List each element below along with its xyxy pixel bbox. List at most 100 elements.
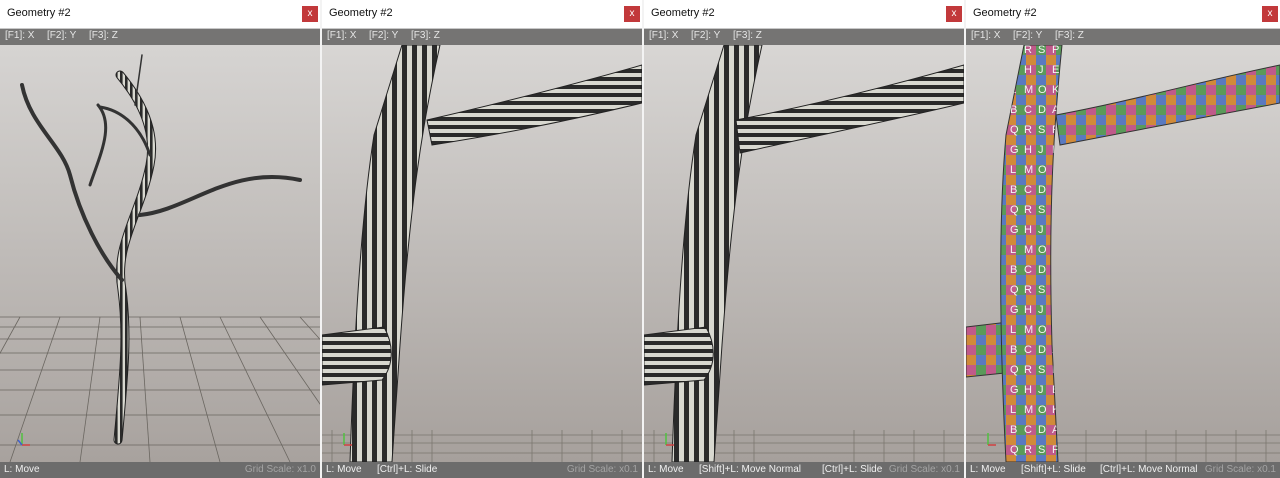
texture-letter: R: [1024, 204, 1032, 216]
viewport-row: Geometry #2 x [F1]: X [F2]: Y [F3]: Z L:…: [0, 0, 1280, 478]
texture-letter: C: [1024, 264, 1032, 276]
texture-letter: G: [1010, 144, 1019, 156]
axis-y-button[interactable]: [F2]: Y: [691, 30, 720, 41]
texture-letter: J: [1038, 144, 1044, 156]
texture-letter: D: [1038, 424, 1046, 436]
texture-letter: C: [1024, 344, 1032, 356]
texture-letter: J: [1038, 304, 1044, 316]
viewport-background: [0, 45, 320, 462]
axis-x-button[interactable]: [F1]: X: [649, 30, 678, 41]
status-move-normal-hint: [Shift]+L: Move Normal: [699, 464, 801, 475]
texture-letter: Q: [1010, 284, 1019, 296]
3d-viewport[interactable]: [0, 45, 320, 462]
status-bar: L: Move [Shift]+L: Move Normal [Ctrl]+L:…: [644, 462, 964, 478]
3d-viewport[interactable]: QRSPGHJELMOKBCDAQRSPGHJELMOKBCDAQRSPGHJE…: [966, 45, 1280, 462]
texture-letter: M: [1024, 324, 1033, 336]
grid-scale-label: Grid Scale: x0.1: [1204, 464, 1276, 475]
axis-z-button[interactable]: [F3]: Z: [1055, 30, 1084, 41]
geometry-panel-4[interactable]: Geometry #2 x [F1]: X [F2]: Y [F3]: Z R …: [966, 0, 1280, 478]
texture-letter: R: [1024, 364, 1032, 376]
panel-titlebar[interactable]: Geometry #2 x: [322, 0, 642, 29]
texture-letter: D: [1038, 344, 1046, 356]
axis-x-button[interactable]: [F1]: X: [327, 30, 356, 41]
texture-letter: C: [1024, 424, 1032, 436]
close-button[interactable]: x: [946, 6, 962, 22]
texture-letter: O: [1038, 164, 1047, 176]
grid-scale-label: Grid Scale: x0.1: [566, 464, 638, 475]
status-slide-hint: [Shift]+L: Slide: [1021, 464, 1086, 475]
texture-letter: S: [1038, 45, 1045, 56]
panel-titlebar[interactable]: Geometry #2 x: [644, 0, 964, 29]
texture-letter: S: [1038, 204, 1045, 216]
close-button[interactable]: x: [624, 6, 640, 22]
texture-letter: H: [1024, 304, 1032, 316]
texture-letter: L: [1010, 244, 1016, 256]
texture-letter: D: [1038, 264, 1046, 276]
texture-letter: M: [1024, 164, 1033, 176]
status-move-hint: L: Move: [4, 464, 40, 475]
axis-z-button[interactable]: [F3]: Z: [733, 30, 762, 41]
geometry-panel-3[interactable]: Geometry #2 x [F1]: X [F2]: Y [F3]: Z L:…: [644, 0, 964, 478]
close-button[interactable]: x: [1262, 6, 1278, 22]
texture-letter: M: [1024, 244, 1033, 256]
panel-title: Geometry #2: [329, 7, 393, 19]
texture-letter: C: [1024, 184, 1032, 196]
texture-letter: L: [1010, 404, 1016, 416]
grid-scale-label: Grid Scale: x0.1: [888, 464, 960, 475]
axis-toolbar: [F1]: X [F2]: Y [F3]: Z: [966, 29, 1280, 45]
texture-letter: S: [1038, 444, 1045, 456]
viewport-canvas: [0, 45, 320, 462]
texture-letter: R: [1024, 444, 1032, 456]
texture-letter: R: [1024, 45, 1032, 56]
geometry-panel-2[interactable]: Geometry #2 x [F1]: X [F2]: Y [F3]: Z L:…: [322, 0, 642, 478]
axis-toolbar: [F1]: X [F2]: Y [F3]: Z: [322, 29, 642, 45]
axis-y-button[interactable]: [F2]: Y: [47, 30, 76, 41]
texture-letter: H: [1024, 224, 1032, 236]
panel-titlebar[interactable]: Geometry #2 x: [966, 0, 1280, 29]
axis-toolbar: [F1]: X [F2]: Y [F3]: Z: [0, 29, 320, 45]
close-button[interactable]: x: [302, 6, 318, 22]
grid-scale-label: Grid Scale: x1.0: [244, 464, 316, 475]
texture-letter: L: [1010, 324, 1016, 336]
texture-letter: E: [1052, 64, 1059, 76]
texture-letter: O: [1038, 324, 1047, 336]
texture-letter: G: [1010, 384, 1019, 396]
status-bar: L: Move [Shift]+L: Slide [Ctrl]+L: Move …: [966, 462, 1280, 478]
texture-letter: R: [1024, 124, 1032, 136]
axis-x-button[interactable]: [F1]: X: [5, 30, 34, 41]
texture-letter: O: [1038, 244, 1047, 256]
axis-toolbar: [F1]: X [F2]: Y [F3]: Z: [644, 29, 964, 45]
axis-y-button[interactable]: [F2]: Y: [369, 30, 398, 41]
texture-letter: Q: [1010, 444, 1019, 456]
texture-letter: M: [1024, 404, 1033, 416]
texture-letter: H: [1024, 384, 1032, 396]
texture-letter: Q: [1010, 124, 1019, 136]
panel-title: Geometry #2: [651, 7, 715, 19]
axis-z-button[interactable]: [F3]: Z: [89, 30, 118, 41]
axis-x-button[interactable]: [F1]: X: [971, 30, 1000, 41]
texture-letter: Q: [1010, 364, 1019, 376]
status-move-normal-hint: [Ctrl]+L: Move Normal: [1100, 464, 1198, 475]
panel-title: Geometry #2: [7, 7, 71, 19]
texture-letter: G: [1010, 304, 1019, 316]
texture-letter: J: [1038, 384, 1044, 396]
axis-z-button[interactable]: [F3]: Z: [411, 30, 440, 41]
geometry-panel-1[interactable]: Geometry #2 x [F1]: X [F2]: Y [F3]: Z L:…: [0, 0, 320, 478]
status-slide-hint: [Ctrl]+L: Slide: [377, 464, 438, 475]
texture-letter: O: [1038, 404, 1047, 416]
3d-viewport[interactable]: [322, 45, 642, 462]
axis-y-button[interactable]: [F2]: Y: [1013, 30, 1042, 41]
texture-letter: R: [1024, 284, 1032, 296]
texture-letter: J: [1038, 224, 1044, 236]
texture-letter: B: [1010, 264, 1017, 276]
texture-letter: J: [1038, 64, 1044, 76]
3d-viewport[interactable]: [644, 45, 964, 462]
texture-letter: C: [1024, 104, 1032, 116]
texture-letter: B: [1010, 184, 1017, 196]
texture-letter: D: [1038, 184, 1046, 196]
texture-letter: L: [1010, 164, 1016, 176]
status-slide-hint: [Ctrl]+L: Slide: [822, 464, 883, 475]
panel-titlebar[interactable]: Geometry #2 x: [0, 0, 320, 29]
status-move-hint: L: Move: [326, 464, 362, 475]
texture-letter: S: [1038, 364, 1045, 376]
